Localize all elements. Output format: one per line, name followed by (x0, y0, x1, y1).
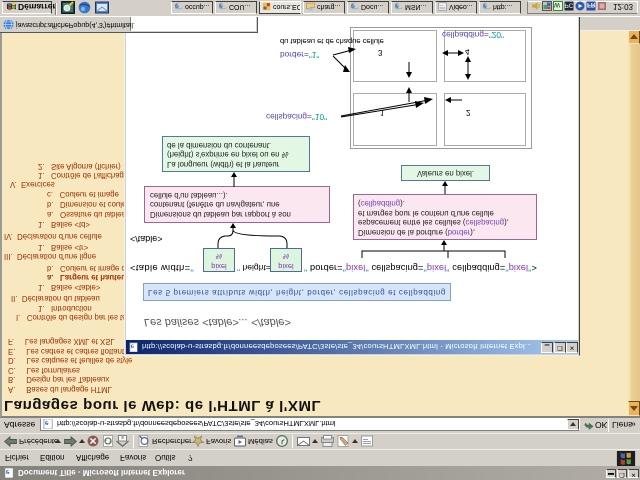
svg-text:W: W (554, 2, 561, 9)
svg-text:e: e (175, 2, 179, 11)
svg-text:e: e (351, 2, 355, 11)
svg-text:PC: PC (565, 2, 574, 8)
svg-text:FR: FR (587, 2, 596, 9)
svg-text:e: e (45, 419, 49, 428)
svg-text:e: e (131, 343, 135, 352)
svg-text:e: e (483, 2, 487, 11)
svg-text:e: e (6, 468, 10, 477)
svg-text:e: e (219, 2, 223, 11)
svg-text:e: e (395, 2, 399, 11)
